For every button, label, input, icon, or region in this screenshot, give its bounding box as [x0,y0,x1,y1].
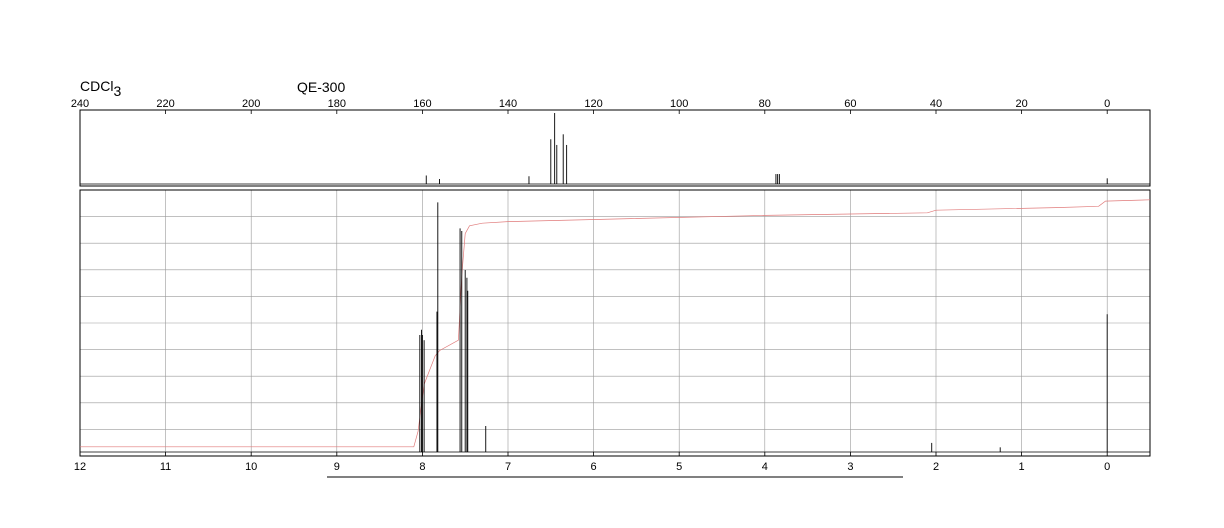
h1-tick-label: 12 [74,461,86,473]
h1-tick-label: 10 [245,461,257,473]
h1-tick-label: 6 [591,461,597,473]
c13-spectrum [80,113,1150,185]
h1-tick-label: 11 [160,461,171,473]
h1-panel [79,189,1151,457]
c13-tick-label: 240 [71,98,89,110]
solvent-subscript: 3 [113,83,121,99]
h1-tick-label: 1 [1019,461,1025,473]
c13-tick-label: 20 [1015,98,1027,110]
c13-tick-label: 180 [328,98,346,110]
c13-tick-label: 0 [1104,98,1110,110]
instrument-label: QE-300 [297,79,345,95]
h1-tick-label: 3 [847,461,853,473]
c13-tick-label: 40 [930,98,942,110]
c13-tick-label: 220 [156,98,174,110]
h1-tick-label: 4 [762,461,768,473]
c13-tick-label: 160 [413,98,431,110]
h1-grid [79,190,1150,456]
h1-tick-label: 7 [505,461,511,473]
nmr-figure: CDCl3 QE-300 240 220 200 180 160 140 120 100 80 6… [71,78,1151,478]
h1-tick-label: 0 [1104,461,1110,473]
h1-spectrum [80,202,1150,453]
h1-axis-ticks: 12 11 10 9 8 7 6 5 4 3 2 1 0 [74,452,1110,473]
c13-frame [79,109,1151,187]
c13-tick-label: 100 [670,98,688,110]
h1-tick-label: 2 [933,461,939,473]
h1-tick-label: 5 [676,461,682,473]
c13-axis-ticks: 240 220 200 180 160 140 120 100 80 60 40 20 0 [71,98,1110,114]
h1-tick-label: 8 [419,461,425,473]
solvent-label: CDCl3 [80,78,121,99]
h1-tick-label: 9 [334,461,340,473]
c13-panel [79,109,1151,187]
c13-tick-label: 120 [584,98,602,110]
c13-tick-label: 200 [242,98,260,110]
c13-tick-label: 140 [499,98,517,110]
c13-tick-label: 80 [759,98,771,110]
c13-tick-label: 60 [844,98,856,110]
